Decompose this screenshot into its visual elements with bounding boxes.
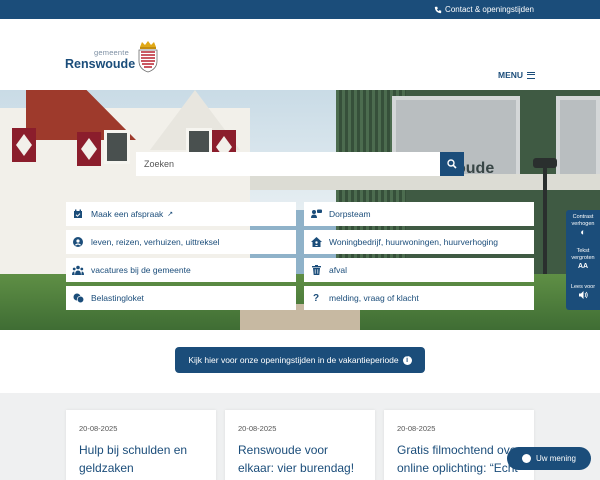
holiday-hours-label: Kijk hier voor onze openingstijden in de… [188, 355, 399, 365]
accessibility-panel: Contrast verhogen ◐ Tekst vergroten AA L… [566, 210, 600, 310]
feedback-label: Uw mening [535, 454, 576, 463]
news-card[interactable]: 20-08-2025 Gratis filmochtend over onlin… [384, 410, 534, 480]
notice-section: Kijk hier voor onze openingstijden in de… [0, 330, 600, 393]
quick-link-melding[interactable]: ? melding, vraag of klacht [304, 286, 534, 310]
news-date: 20-08-2025 [397, 424, 436, 433]
quick-link-label: afval [329, 265, 347, 275]
search-button[interactable] [440, 152, 464, 176]
news-title: Gratis filmochtend over online oplichtin… [397, 443, 521, 480]
contact-link[interactable]: Contact & openingstijden [434, 3, 534, 16]
feedback-button[interactable]: Uw mening [507, 447, 591, 470]
search-input[interactable] [136, 152, 440, 176]
hamburger-icon [527, 71, 536, 79]
read-aloud-button[interactable]: Lees voor [566, 284, 600, 302]
contact-link-label: Contact & openingstijden [445, 5, 534, 14]
people-chat-icon [310, 208, 322, 220]
quick-link-label: Belastingloket [91, 293, 144, 303]
phone-icon [434, 6, 442, 13]
quick-link-vacatures[interactable]: vacatures bij de gemeente [66, 258, 296, 282]
hero-window-panel [556, 96, 600, 180]
quick-link-label: leven, reizen, verhuizen, uittreksel [91, 237, 220, 247]
quick-link-label: melding, vraag of klacht [329, 293, 419, 303]
news-title: Renswoude voor elkaar: vier burendag! [238, 443, 355, 475]
site-logo[interactable]: gemeente Renswoude [65, 39, 165, 75]
news-title: Hulp bij schulden en geldzaken [79, 443, 188, 475]
quick-link-afval[interactable]: afval [304, 258, 534, 282]
info-icon: i [402, 355, 412, 365]
hero-window [104, 130, 130, 164]
speaker-icon [566, 290, 600, 302]
external-link-icon: ↗ [167, 211, 174, 218]
top-bar: Contact & openingstijden [0, 0, 600, 19]
quick-link-label: Woningbedrijf, huurwoningen, huurverhogi… [329, 237, 499, 247]
hero-section: oude Maak een afspraak ↗ Dorpsteam le [0, 90, 600, 330]
quick-link-leven-reizen[interactable]: leven, reizen, verhuizen, uittreksel [66, 230, 296, 254]
calendar-check-icon [72, 208, 84, 220]
contrast-label: Contrast verhogen [571, 214, 595, 227]
holiday-hours-button[interactable]: Kijk hier voor onze openingstijden in de… [175, 347, 425, 373]
trash-icon [310, 264, 322, 276]
text-size-icon: AA [577, 263, 589, 270]
quick-link-label: Dorpsteam [329, 209, 371, 219]
news-date: 20-08-2025 [238, 424, 277, 433]
user-circle-icon [72, 236, 84, 248]
contrast-toggle[interactable]: Contrast verhogen ◐ [566, 214, 600, 238]
quick-link-woningbedrijf[interactable]: Woningbedrijf, huurwoningen, huurverhogi… [304, 230, 534, 254]
menu-button-label: MENU [498, 70, 524, 80]
people-group-icon [72, 264, 84, 276]
text-size-label: Tekst vergroten [571, 248, 595, 261]
question-icon: ? [312, 292, 320, 304]
menu-button[interactable]: MENU [498, 70, 536, 80]
crest-icon [138, 41, 158, 73]
hero-shutter [77, 132, 101, 166]
news-date: 20-08-2025 [79, 424, 118, 433]
news-card[interactable]: 20-08-2025 Renswoude voor elkaar: vier b… [225, 410, 375, 480]
contrast-icon: ◐ [580, 227, 586, 237]
quick-link-afspraak[interactable]: Maak een afspraak ↗ [66, 202, 296, 226]
smiley-icon [521, 454, 531, 463]
hero-canopy [250, 174, 600, 190]
quick-link-label: vacatures bij de gemeente [91, 265, 191, 275]
search-bar [136, 152, 464, 176]
text-size-toggle[interactable]: Tekst vergroten AA [566, 248, 600, 272]
site-header: gemeente Renswoude MENU [0, 19, 600, 90]
coins-icon [72, 292, 84, 304]
quick-link-belastingloket[interactable]: Belastingloket [66, 286, 296, 310]
house-user-icon [310, 236, 322, 248]
quick-link-dorpsteam[interactable]: Dorpsteam [304, 202, 534, 226]
read-aloud-label: Lees voor [570, 284, 596, 290]
news-card[interactable]: 20-08-2025 Hulp bij schulden en geldzake… [66, 410, 216, 480]
logo-name: Renswoude [65, 57, 136, 71]
hero-shutter [12, 128, 36, 162]
search-icon [447, 159, 457, 169]
logo-subtitle: gemeente [94, 48, 129, 57]
quick-link-label: Maak een afspraak [91, 209, 164, 219]
